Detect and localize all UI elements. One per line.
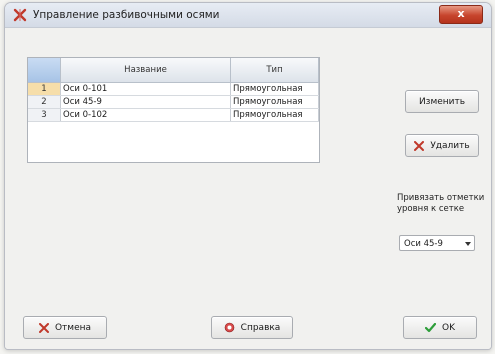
cancel-button[interactable]: Отмена	[23, 316, 107, 339]
help-lifebuoy-icon	[224, 322, 234, 333]
dialog-window: Управление разбивочными осями x Название…	[4, 2, 492, 350]
row-name-cell[interactable]: Оси 0-101	[60, 82, 231, 96]
ok-checkmark-icon	[425, 322, 436, 332]
column-header-type[interactable]: Тип	[230, 58, 319, 83]
close-button[interactable]: x	[439, 5, 483, 24]
title-bar[interactable]: Управление разбивочными осями x	[5, 3, 491, 28]
delete-x-icon	[414, 140, 425, 151]
row-name-cell[interactable]: Оси 0-102	[60, 108, 231, 122]
cancel-x-icon	[38, 322, 49, 333]
row-number: 2	[28, 95, 61, 109]
row-type-cell[interactable]: Прямоугольная	[230, 108, 319, 122]
edit-button[interactable]: Изменить	[405, 90, 479, 113]
bind-levels-label-line1: Привязать отметки	[397, 193, 485, 203]
axes-app-icon	[13, 8, 27, 22]
close-icon: x	[457, 7, 465, 20]
row-number: 1	[28, 82, 61, 96]
column-header-name[interactable]: Название	[60, 58, 231, 83]
ok-button[interactable]: OK	[403, 316, 477, 339]
help-button-label: Справка	[240, 322, 281, 333]
bind-grid-select-value: Оси 45-9	[404, 239, 443, 249]
grid-header: Название Тип	[28, 58, 319, 83]
row-type-cell[interactable]: Прямоугольная	[230, 82, 319, 96]
delete-button[interactable]: Удалить	[405, 134, 479, 157]
dialog-body: Название Тип 1 Оси 0-101 Прямоугольная 2…	[5, 28, 491, 349]
bind-grid-select[interactable]: Оси 45-9	[399, 235, 475, 251]
cancel-button-label: Отмена	[54, 322, 92, 333]
table-row[interactable]: 1 Оси 0-101 Прямоугольная	[28, 82, 319, 96]
bind-levels-label-line2: уровня к сетке	[397, 204, 465, 214]
table-row[interactable]: 3 Оси 0-102 Прямоугольная	[28, 108, 319, 122]
delete-button-label: Удалить	[430, 140, 470, 151]
table-row[interactable]: 2 Оси 45-9 Прямоугольная	[28, 95, 319, 109]
row-name-cell[interactable]: Оси 45-9	[60, 95, 231, 109]
ok-button-label: OK	[442, 322, 455, 333]
row-type-cell[interactable]: Прямоугольная	[230, 95, 319, 109]
bind-levels-label: Привязать отметки уровня к сетке	[397, 193, 484, 215]
axes-grid[interactable]: Название Тип 1 Оси 0-101 Прямоугольная 2…	[27, 57, 320, 163]
row-number: 3	[28, 108, 61, 122]
help-button[interactable]: Справка	[211, 316, 293, 339]
chevron-down-icon[interactable]	[465, 242, 471, 246]
edit-button-label: Изменить	[418, 96, 466, 107]
window-title: Управление разбивочными осями	[33, 9, 220, 21]
axes-table: Название Тип 1 Оси 0-101 Прямоугольная 2…	[28, 58, 319, 122]
grid-corner-cell[interactable]	[28, 58, 61, 83]
